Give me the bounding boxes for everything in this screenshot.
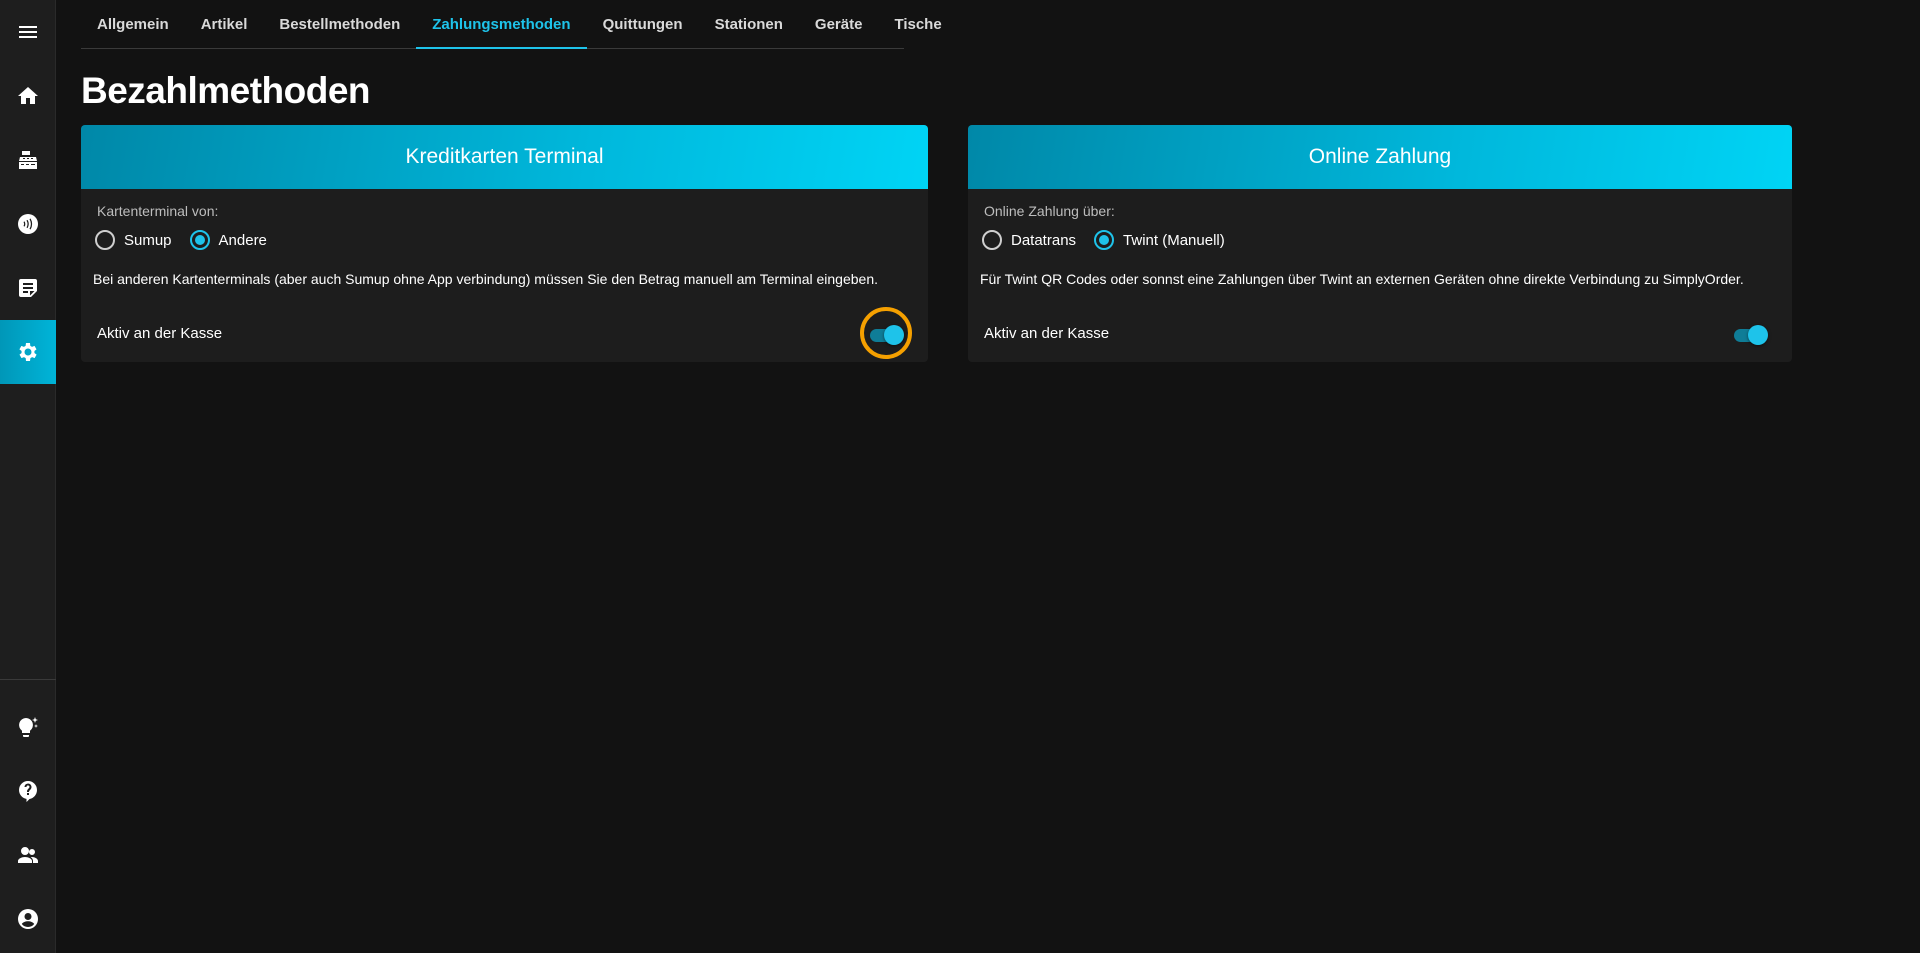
terminal-provider-label: Kartenterminal von:: [97, 203, 219, 219]
tab-zahlungsmethoden[interactable]: Zahlungsmethoden: [416, 0, 587, 49]
card-header-online: Online Zahlung: [968, 125, 1792, 189]
terminal-description: Bei anderen Kartenterminals (aber auch S…: [93, 271, 878, 287]
radio-label-datatrans: Datatrans: [1011, 231, 1077, 249]
card-online-payment: Online Zahlung Online Zahlung über: Data…: [968, 125, 1792, 362]
radio-label-twint: Twint (Manuell): [1123, 231, 1225, 249]
terminal-active-label: Aktiv an der Kasse: [97, 325, 223, 342]
sidebar-item-ideas[interactable]: [0, 695, 56, 759]
card-body-online: Online Zahlung über: Datatrans Twint (Ma…: [968, 189, 1792, 362]
card-body-terminal: Kartenterminal von: Sumup Andere Bei and…: [81, 189, 928, 362]
card-credit-card-terminal: Kreditkarten Terminal Kartenterminal von…: [81, 125, 928, 362]
sidebar-item-cash-register[interactable]: [0, 128, 56, 192]
tab-artikel[interactable]: Artikel: [185, 0, 264, 48]
radio-option-twint[interactable]: Twint (Manuell): [1094, 230, 1225, 250]
menu-button[interactable]: [0, 0, 56, 64]
sidebar-item-settings[interactable]: [0, 320, 56, 384]
online-active-toggle[interactable]: [1732, 325, 1768, 345]
online-provider-label: Online Zahlung über:: [984, 203, 1115, 219]
sidebar-item-orders[interactable]: [0, 256, 56, 320]
toggle-thumb: [884, 325, 904, 345]
contactless-payment-icon: [18, 214, 38, 234]
page-title: Bezahlmethoden: [81, 70, 371, 111]
sidebar-item-help[interactable]: [0, 759, 56, 823]
sidebar-item-payments[interactable]: [0, 192, 56, 256]
tab-tische[interactable]: Tische: [878, 0, 957, 48]
tab-bestellmethoden[interactable]: Bestellmethoden: [263, 0, 416, 48]
sidebar-divider: [0, 679, 56, 680]
tab-allgemein[interactable]: Allgemein: [81, 0, 185, 48]
lightbulb-sparkle-icon: [19, 717, 38, 737]
settings-gear-icon: [19, 343, 37, 361]
team-icon: [18, 847, 38, 863]
cash-register-icon: [19, 151, 37, 169]
radio-option-datatrans[interactable]: Datatrans: [982, 230, 1076, 250]
sidebar-item-account[interactable]: [0, 887, 56, 951]
radio-option-andere[interactable]: Andere: [189, 230, 267, 250]
sidebar: [0, 0, 56, 953]
radio-andere[interactable]: [189, 230, 210, 250]
toggle-thumb: [1748, 325, 1768, 345]
radio-label-andere: Andere: [218, 231, 267, 249]
radio-datatrans[interactable]: [982, 230, 1002, 250]
online-provider-radio-group: Datatrans Twint (Manuell): [982, 230, 1243, 250]
menu-icon: [19, 26, 37, 38]
settings-tabs: Allgemein Artikel Bestellmethoden Zahlun…: [81, 0, 942, 49]
tab-quittungen[interactable]: Quittungen: [587, 0, 699, 48]
tab-stationen[interactable]: Stationen: [699, 0, 799, 48]
radio-sumup[interactable]: [95, 230, 115, 250]
online-description: Für Twint QR Codes oder sonnst eine Zahl…: [980, 271, 1744, 287]
radio-label-sumup: Sumup: [124, 231, 172, 249]
sidebar-item-home[interactable]: [0, 64, 56, 128]
card-header-terminal: Kreditkarten Terminal: [81, 125, 928, 189]
help-icon: [19, 781, 37, 802]
online-active-label: Aktiv an der Kasse: [984, 325, 1110, 342]
terminal-active-toggle[interactable]: [868, 325, 904, 345]
radio-option-sumup[interactable]: Sumup: [95, 230, 172, 250]
radio-twint[interactable]: [1094, 230, 1115, 250]
terminal-provider-radio-group: Sumup Andere: [95, 230, 285, 250]
home-icon: [18, 87, 38, 104]
tab-geraete[interactable]: Geräte: [799, 0, 879, 48]
account-icon: [18, 909, 38, 929]
sidebar-item-team[interactable]: [0, 823, 56, 887]
order-list-icon: [19, 279, 37, 297]
